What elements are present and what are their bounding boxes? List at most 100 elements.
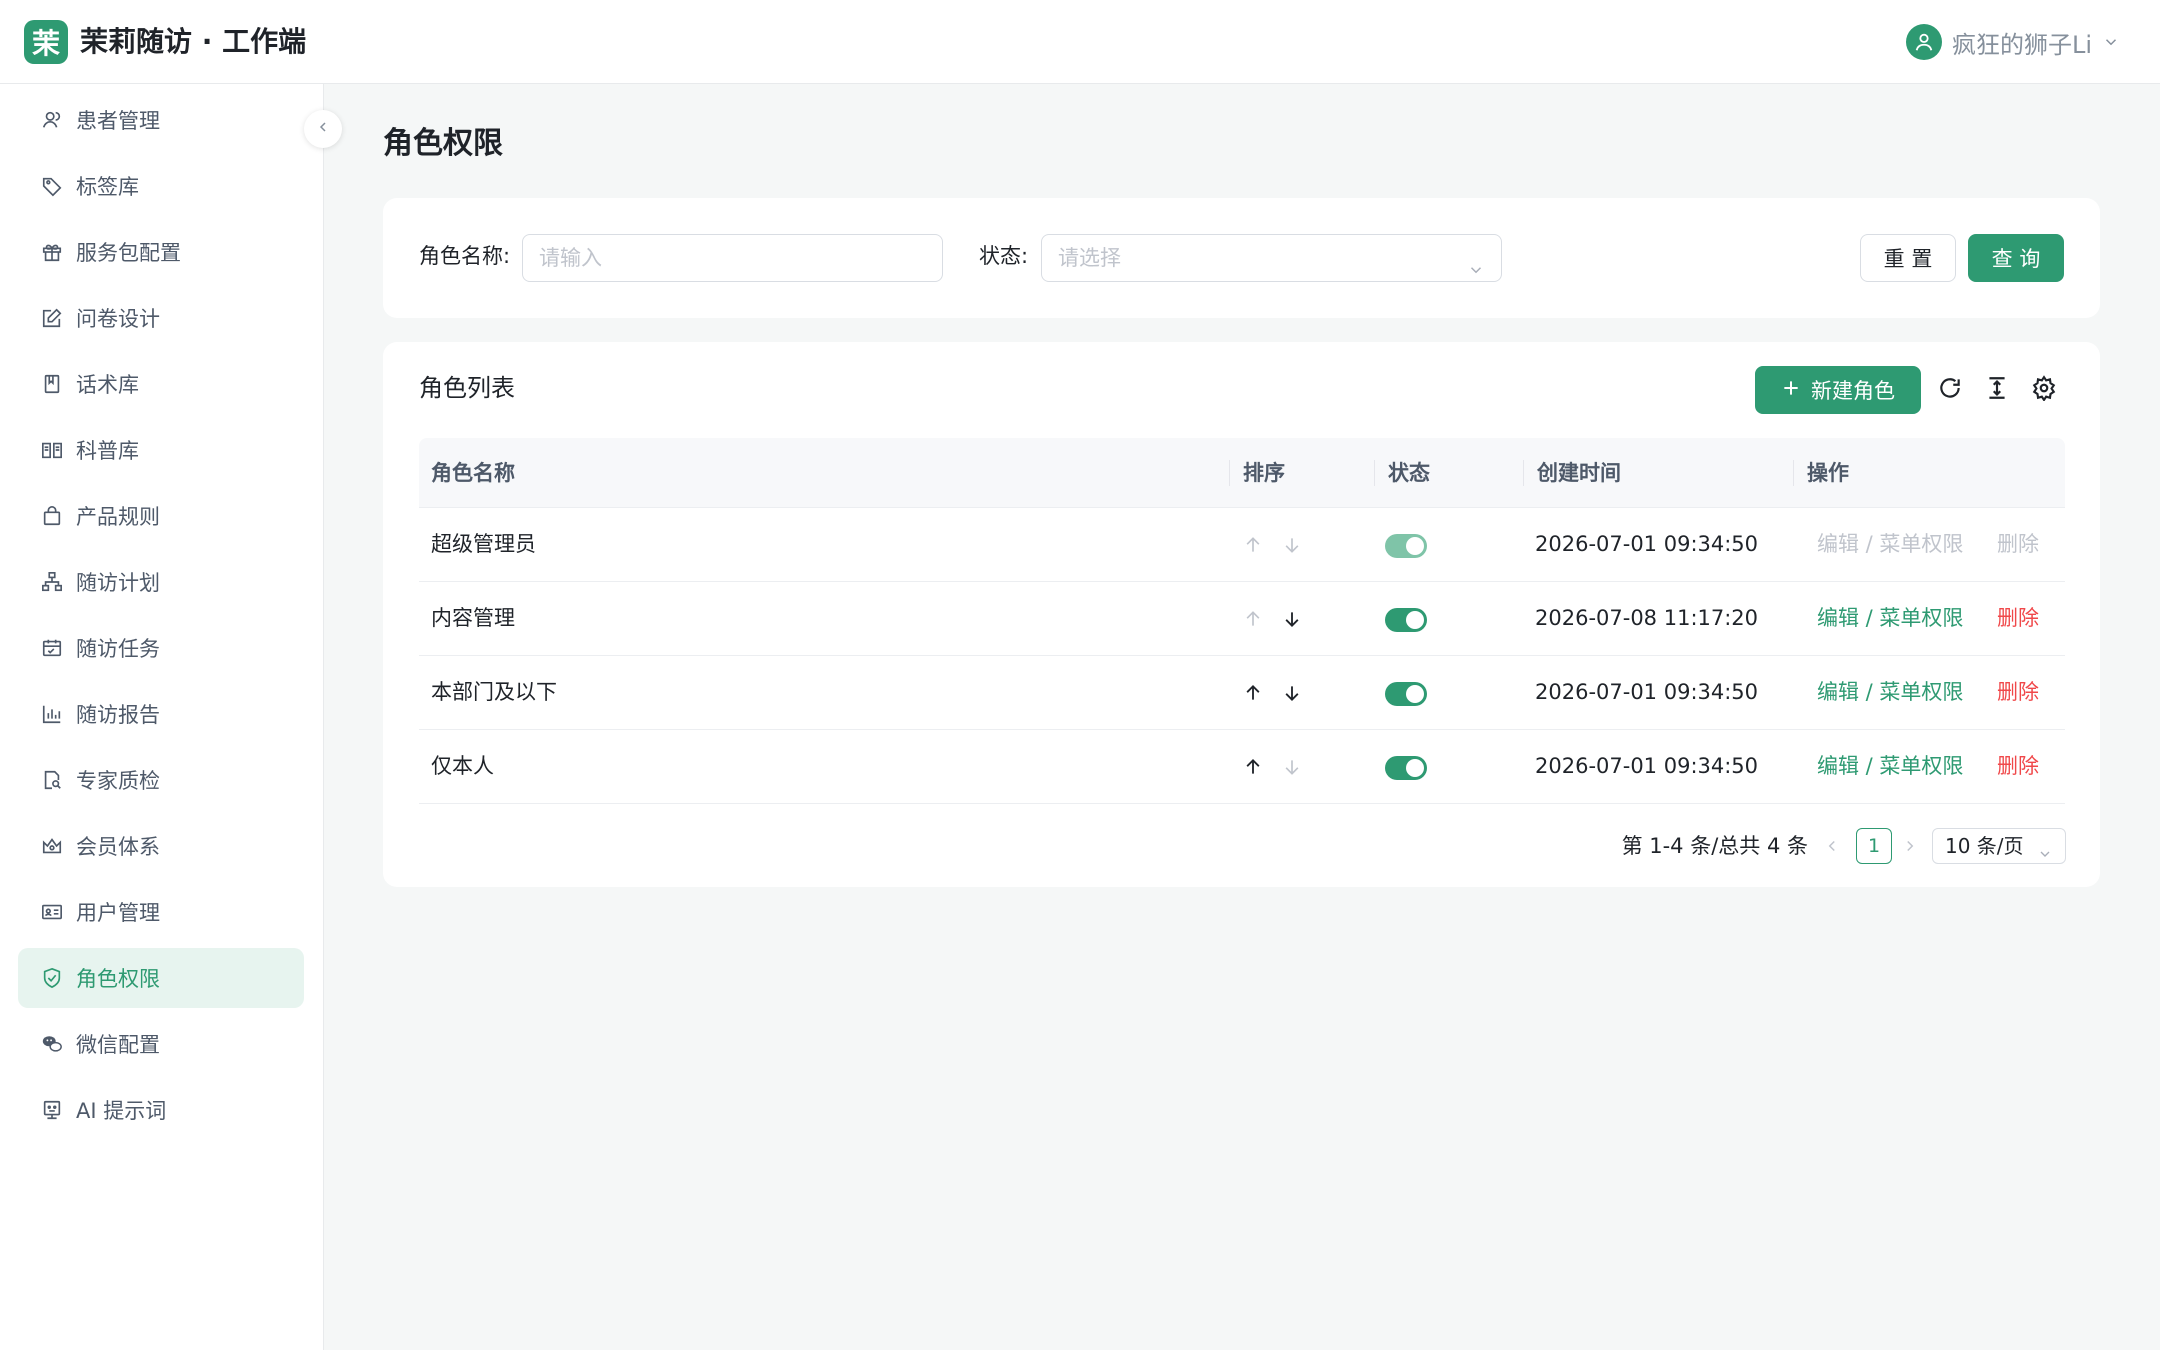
table-row: 仅本人 2026-07-01 09:34:50 编辑 / 菜单权限 删除: [419, 730, 2065, 804]
settings-gear-icon[interactable]: [2030, 374, 2058, 402]
sidebar-item-label: 产品规则: [76, 505, 160, 529]
role-name-cell: 仅本人: [431, 754, 494, 778]
sidebar-item-education[interactable]: 科普库: [18, 420, 304, 480]
sidebar-item-tags[interactable]: 标签库: [18, 156, 304, 216]
sidebar-item-membership[interactable]: 会员体系: [18, 816, 304, 876]
edit-menu-permission-link[interactable]: 编辑 / 菜单权限: [1817, 730, 1963, 803]
edit-menu-permission-link: 编辑 / 菜单权限: [1817, 532, 1964, 556]
sidebar-item-label: 随访任务: [76, 637, 160, 661]
arrow-down-icon[interactable]: [1280, 606, 1304, 632]
column-height-icon[interactable]: [1983, 374, 2011, 402]
edit-menu-permission-link[interactable]: 编辑 / 菜单权限: [1817, 582, 1963, 655]
sidebar-item-followup-report[interactable]: 随访报告: [18, 684, 304, 744]
column-divider: [1374, 460, 1375, 486]
arrow-up-icon: [1241, 606, 1265, 632]
sidebar-collapse-button[interactable]: [304, 110, 342, 148]
sidebar-item-service-package[interactable]: 服务包配置: [18, 222, 304, 282]
sidebar-item-users[interactable]: 用户管理: [18, 882, 304, 942]
calendar-check-icon: [40, 636, 64, 660]
book-icon: [40, 372, 64, 396]
sidebar-item-label: 微信配置: [76, 1033, 160, 1057]
refresh-icon[interactable]: [1936, 374, 1964, 402]
table-row: 内容管理 2026-07-08 11:17:20 编辑 / 菜单权限 删除: [419, 582, 2065, 656]
doc-search-icon: [40, 768, 64, 792]
delete-link: 删除: [1997, 532, 2039, 556]
sidebar-item-product-rules[interactable]: 产品规则: [18, 486, 304, 546]
status-select[interactable]: 请选择: [1041, 234, 1502, 282]
sidebar-item-followup-tasks[interactable]: 随访任务: [18, 618, 304, 678]
table-row: 本部门及以下 2026-07-01 09:34:50 编辑 / 菜单权限 删除: [419, 656, 2065, 730]
table-header: 角色名称 排序 状态 创建时间 操作: [419, 438, 2065, 508]
arrow-up-icon[interactable]: [1241, 680, 1265, 706]
status-label: 状态:: [979, 244, 1029, 268]
org-chart-icon: [40, 570, 64, 594]
delete-link[interactable]: 删除: [1997, 582, 2039, 655]
crown-icon: [40, 834, 64, 858]
sidebar: 患者管理 标签库 服务包配置 问卷设计 话术库 科普库 产品规则 随访计划 随访…: [0, 84, 324, 1350]
sidebar-item-ai-prompts[interactable]: AI 提示词: [18, 1080, 304, 1140]
arrow-up-icon[interactable]: [1241, 754, 1265, 780]
chevron-left-icon: [315, 119, 331, 139]
app-logo: 茉: [24, 20, 68, 64]
page-size-value: 10 条/页: [1945, 834, 2024, 858]
gift-icon: [40, 240, 64, 264]
delete-link[interactable]: 删除: [1997, 730, 2039, 803]
sidebar-item-patients[interactable]: 患者管理: [18, 90, 304, 150]
status-toggle[interactable]: [1385, 608, 1427, 632]
status-toggle: [1385, 534, 1427, 558]
edit-menu-permission-link[interactable]: 编辑 / 菜单权限: [1817, 656, 1963, 729]
created-time-cell: 2026-07-01 09:34:50: [1535, 532, 1759, 556]
arrow-down-icon[interactable]: [1280, 680, 1304, 706]
sidebar-item-label: 专家质检: [76, 769, 160, 793]
arrow-up-icon: [1241, 532, 1265, 558]
sidebar-item-label: 话术库: [76, 373, 139, 397]
status-toggle[interactable]: [1385, 756, 1427, 780]
role-name-cell: 本部门及以下: [431, 680, 557, 704]
delete-link[interactable]: 删除: [1997, 656, 2039, 729]
column-header-created: 创建时间: [1537, 461, 1621, 485]
role-name-label: 角色名称:: [419, 244, 511, 268]
role-name-cell: 内容管理: [431, 606, 515, 630]
sidebar-item-label: 用户管理: [76, 901, 160, 925]
table-row: 超级管理员 2026-07-01 09:34:50 编辑 / 菜单权限 删除: [419, 508, 2065, 582]
edit-form-icon: [40, 306, 64, 330]
wechat-icon: [40, 1032, 64, 1056]
created-time-cell: 2026-07-01 09:34:50: [1535, 680, 1759, 704]
new-role-label: 新建角色: [1811, 379, 1895, 403]
sidebar-item-questionnaire[interactable]: 问卷设计: [18, 288, 304, 348]
column-divider: [1229, 460, 1230, 486]
sidebar-item-label: 患者管理: [76, 109, 160, 133]
column-header-status: 状态: [1388, 461, 1430, 485]
created-time-cell: 2026-07-01 09:34:50: [1535, 754, 1759, 778]
bag-icon: [40, 504, 64, 528]
reset-button[interactable]: 重 置: [1860, 234, 1956, 282]
id-card-icon: [40, 900, 64, 924]
chevron-down-icon: [1467, 249, 1485, 274]
top-header: 茉 茉莉随访 · 工作端 疯狂的狮子Li: [0, 0, 2160, 84]
arrow-down-icon: [1280, 754, 1304, 780]
bar-chart-icon: [40, 702, 64, 726]
next-page-icon[interactable]: [1898, 834, 1922, 858]
sidebar-item-scripts[interactable]: 话术库: [18, 354, 304, 414]
sidebar-item-followup-plan[interactable]: 随访计划: [18, 552, 304, 612]
search-button[interactable]: 查 询: [1968, 234, 2064, 282]
page-size-select[interactable]: 10 条/页: [1932, 828, 2066, 864]
sidebar-item-wechat[interactable]: 微信配置: [18, 1014, 304, 1074]
arrow-down-icon: [1280, 532, 1304, 558]
page-number-button[interactable]: 1: [1856, 828, 1892, 864]
user-name: 疯狂的狮子Li: [1951, 30, 2092, 59]
sidebar-item-label: AI 提示词: [76, 1099, 167, 1123]
user-menu[interactable]: 疯狂的狮子Li: [1905, 22, 2120, 62]
tag-icon: [40, 174, 64, 198]
role-name-input[interactable]: 请输入: [522, 234, 943, 282]
status-toggle[interactable]: [1385, 682, 1427, 706]
sidebar-item-label: 随访计划: [76, 571, 160, 595]
sidebar-item-label: 角色权限: [76, 967, 160, 991]
sidebar-item-role-permissions[interactable]: 角色权限: [18, 948, 304, 1008]
new-role-button[interactable]: 新建角色: [1755, 366, 1921, 414]
prev-page-icon[interactable]: [1820, 834, 1844, 858]
page-title: 角色权限: [383, 126, 503, 161]
sidebar-item-expert-qc[interactable]: 专家质检: [18, 750, 304, 810]
user-avatar-icon: [1905, 24, 1942, 60]
column-header-sort: 排序: [1243, 461, 1285, 485]
